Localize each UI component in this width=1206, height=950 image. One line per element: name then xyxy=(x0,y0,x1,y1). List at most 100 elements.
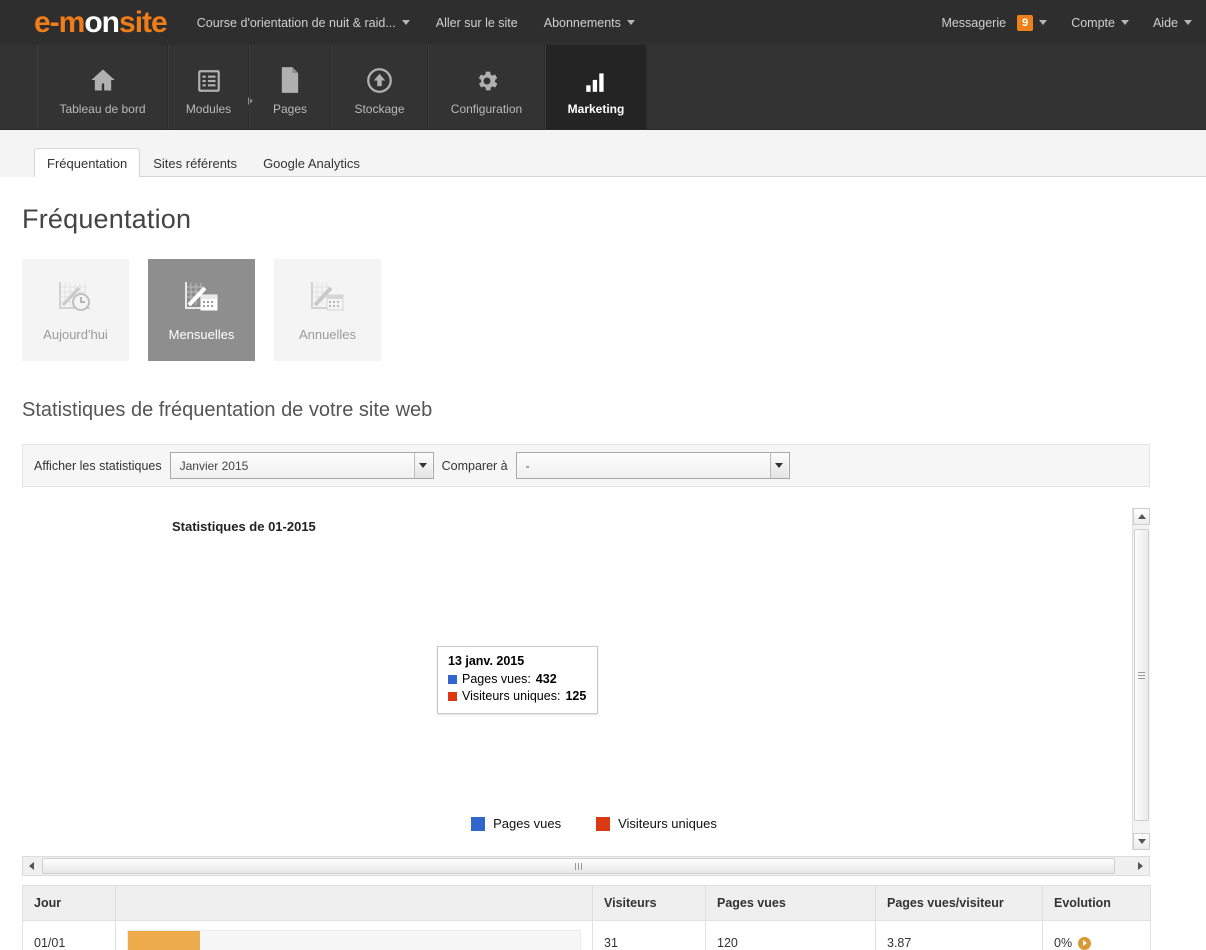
cell-pages-vues: 120 xyxy=(705,920,876,950)
compare-select[interactable]: - xyxy=(515,452,790,479)
filter-bar: Afficher les statistiques Janvier 2015 C… xyxy=(22,444,1150,487)
chevron-down-icon xyxy=(626,20,635,25)
show-statistics-label: Afficher les statistiques xyxy=(34,458,162,473)
evolution-value: 0% xyxy=(1054,936,1092,950)
logo-part-1: e-m xyxy=(34,5,85,39)
scroll-up-button[interactable] xyxy=(1133,508,1150,525)
main-nav: Tableau de bord Modules Pages Stockage C… xyxy=(0,45,1206,130)
vertical-scroll-thumb[interactable] xyxy=(1134,529,1149,821)
tab-sites-referents[interactable]: Sites référents xyxy=(140,148,250,177)
tooltip-value-1: 432 xyxy=(535,672,557,686)
grip-icon xyxy=(575,862,582,870)
nav-label: Configuration xyxy=(450,102,523,116)
account-menu[interactable]: Compte xyxy=(1071,16,1129,30)
compare-select-value: - xyxy=(525,458,530,473)
top-nav: Course d'orientation de nuit & raid... A… xyxy=(197,16,635,30)
chart-legend: Pages vues Visiteurs uniques xyxy=(0,816,1188,831)
scroll-left-button[interactable] xyxy=(23,857,40,875)
th-pages-vues[interactable]: Pages vues xyxy=(705,885,876,921)
chart-horizontal-scrollbar[interactable] xyxy=(22,856,1150,876)
legend-item-visiteurs-uniques[interactable]: Visiteurs uniques xyxy=(596,816,717,831)
nav-item-configuration[interactable]: Configuration xyxy=(428,45,545,130)
daily-stats-table: Jour Visiteurs Pages vues Pages vues/vis… xyxy=(22,885,1151,950)
period-card-annuelles[interactable]: Annuelles xyxy=(274,259,381,361)
tab-frequentation[interactable]: Fréquentation xyxy=(34,148,141,178)
th-pages-vues-visiteur[interactable]: Pages vues/visiteur xyxy=(875,885,1043,921)
chevron-down-icon[interactable] xyxy=(413,453,432,478)
chevron-down-icon[interactable] xyxy=(769,453,788,478)
bar-chart-icon xyxy=(583,60,609,94)
nav-label: Modules xyxy=(185,102,232,116)
bar-track xyxy=(127,930,581,950)
chevron-down-icon xyxy=(401,20,410,25)
tooltip-date: 13 janv. 2015 xyxy=(448,654,525,668)
tab-google-analytics[interactable]: Google Analytics xyxy=(250,148,373,177)
th-visiteurs[interactable]: Visiteurs xyxy=(592,885,706,921)
nav-item-pages[interactable]: Pages xyxy=(249,45,331,130)
chart-calendar-icon xyxy=(183,280,221,317)
upload-icon xyxy=(366,60,393,94)
period-card-label: Aujourd'hui xyxy=(43,326,108,342)
cell-evolution: 0% xyxy=(1042,920,1151,950)
nav-item-modules[interactable]: Modules xyxy=(168,45,253,130)
nav-item-marketing[interactable]: Marketing xyxy=(545,45,647,130)
period-select-value: Janvier 2015 xyxy=(179,458,249,473)
nav-label: Stockage xyxy=(354,102,405,116)
legend-swatch-visiteurs-uniques xyxy=(448,692,457,701)
grip-icon xyxy=(1138,670,1145,681)
cell-visiteurs: 31 xyxy=(592,920,706,950)
logo-part-3: site xyxy=(119,5,168,39)
scroll-right-button[interactable] xyxy=(1132,857,1149,875)
compare-label: Comparer à xyxy=(441,458,508,473)
home-icon xyxy=(89,60,117,94)
chart-clock-icon xyxy=(57,280,95,317)
horizontal-scroll-thumb[interactable] xyxy=(42,858,1115,874)
tab-strip: Fréquentation Sites référents Google Ana… xyxy=(34,148,1206,178)
subscriptions-menu[interactable]: Abonnements xyxy=(544,16,635,30)
chart-calendar-icon xyxy=(309,280,347,317)
messaging-badge: 9 xyxy=(1017,14,1034,31)
page-body: Fréquentation Sites référents Google Ana… xyxy=(0,130,1206,950)
arrow-right-circle-icon xyxy=(1078,936,1092,950)
chevron-down-icon xyxy=(1184,20,1192,25)
logo-part-2: on xyxy=(84,5,120,39)
period-card-label: Mensuelles xyxy=(168,326,235,342)
help-menu[interactable]: Aide xyxy=(1153,16,1192,30)
tooltip-value-2: 125 xyxy=(565,689,587,703)
table-row[interactable]: 01/01 31 120 3.87 0% xyxy=(22,920,1151,950)
legend-swatch-pages-vues xyxy=(471,816,486,831)
cell-jour: 01/01 xyxy=(22,920,116,950)
page-title: Fréquentation xyxy=(22,204,192,234)
period-select[interactable]: Janvier 2015 xyxy=(169,452,434,479)
help-label: Aide xyxy=(1152,15,1178,30)
legend-swatch-visiteurs-uniques xyxy=(596,816,611,831)
th-evolution[interactable]: Evolution xyxy=(1042,885,1151,921)
tooltip-label-2: Visiteurs uniques: xyxy=(462,689,561,703)
content-panel: Fréquentation Aujourd'hui Mensuelles Ann… xyxy=(0,177,1206,950)
cell-bar xyxy=(115,920,593,950)
nav-label: Marketing xyxy=(567,102,625,116)
subscriptions-label: Abonnements xyxy=(543,15,621,30)
legend-label-pages-vues: Pages vues xyxy=(493,816,562,831)
emonsite-logo[interactable]: e-monsite xyxy=(34,5,168,40)
cell-pages-par-visiteur: 3.87 xyxy=(875,920,1043,950)
bar-fill xyxy=(128,931,201,950)
nav-item-tableau-de-bord[interactable]: Tableau de bord xyxy=(37,45,168,130)
page-icon xyxy=(278,60,302,94)
chart-vertical-scrollbar[interactable] xyxy=(1132,508,1150,850)
account-label: Compte xyxy=(1071,15,1115,30)
goto-site-link[interactable]: Aller sur le site xyxy=(436,16,518,30)
chart-tooltip: 13 janv. 2015 Pages vues: 432 Visiteurs … xyxy=(437,646,599,714)
top-right-nav: Messagerie 9 Compte Aide xyxy=(941,14,1192,31)
scroll-down-button[interactable] xyxy=(1133,833,1150,850)
period-card-aujourdhui[interactable]: Aujourd'hui xyxy=(22,259,129,361)
nav-item-stockage[interactable]: Stockage xyxy=(331,45,428,130)
legend-swatch-pages-vues xyxy=(448,675,457,684)
site-selector[interactable]: Course d'orientation de nuit & raid... xyxy=(197,16,410,30)
th-jour[interactable]: Jour xyxy=(22,885,116,921)
messaging-menu[interactable]: Messagerie 9 xyxy=(941,14,1048,31)
th-bar xyxy=(115,885,593,921)
legend-item-pages-vues[interactable]: Pages vues xyxy=(471,816,561,831)
messaging-label: Messagerie xyxy=(941,15,1007,30)
period-card-mensuelles[interactable]: Mensuelles xyxy=(148,259,255,361)
